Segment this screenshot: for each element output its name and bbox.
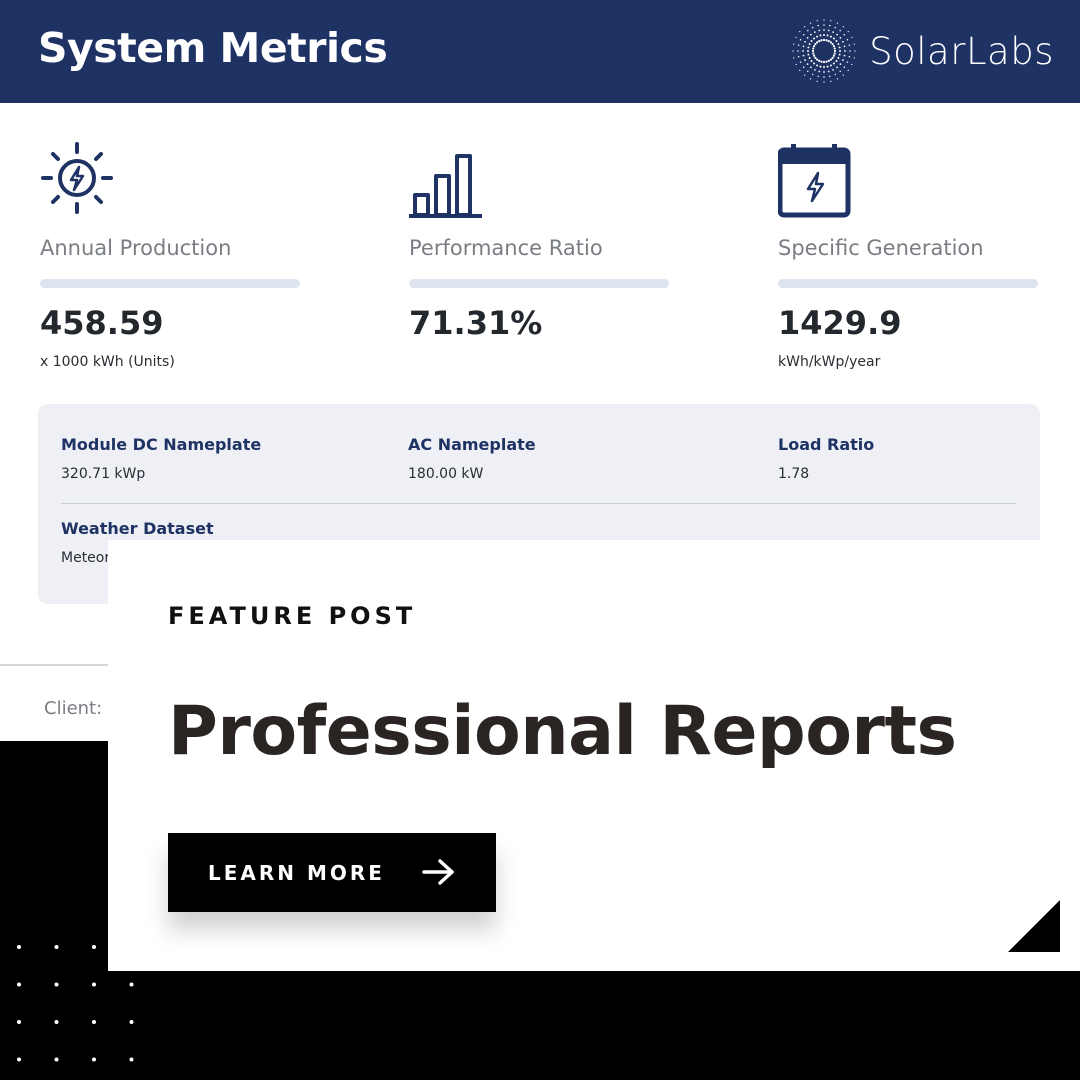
brand-logo[interactable]: SolarLabs xyxy=(789,16,1054,86)
feature-eyebrow: FEATURE POST xyxy=(168,602,417,630)
metric-label: Performance Ratio xyxy=(409,236,603,260)
detail-value: 320.71 kWp xyxy=(61,466,146,482)
sunburst-logo-icon xyxy=(792,19,856,83)
metric-performance-ratio: Performance Ratio 71.31% xyxy=(409,140,671,342)
metric-divider-bar xyxy=(778,279,1038,288)
metric-label: Annual Production xyxy=(40,236,232,260)
arrow-right-icon xyxy=(422,859,454,885)
metric-value: 458.59 xyxy=(40,304,164,342)
learn-more-button[interactable]: LEARN MORE xyxy=(168,833,496,912)
detail-load-ratio: Load Ratio 1.78 xyxy=(778,435,874,482)
page-title: System Metrics xyxy=(38,24,388,72)
metric-specific-generation: Specific Generation 1429.9 kWh/kWp/year xyxy=(777,140,1040,370)
detail-module-dc-nameplate: Module DC Nameplate 320.71 kWp xyxy=(61,435,261,482)
detail-label: Weather Dataset xyxy=(61,519,214,538)
detail-label: AC Nameplate xyxy=(408,435,536,454)
metric-divider-bar xyxy=(40,279,300,288)
learn-more-label: LEARN MORE xyxy=(208,861,385,885)
details-divider xyxy=(61,503,1016,504)
footer-divider xyxy=(0,664,108,666)
corner-triangle-decoration xyxy=(1008,900,1060,952)
detail-ac-nameplate: AC Nameplate 180.00 kW xyxy=(408,435,536,482)
black-backdrop-bottom xyxy=(0,971,1080,1080)
sun-bolt-icon xyxy=(41,142,113,214)
client-label: Client: V xyxy=(44,698,108,719)
calendar-bolt-icon xyxy=(777,144,851,218)
metric-unit: x 1000 kWh (Units) xyxy=(40,354,175,370)
brand-name: SolarLabs xyxy=(869,29,1054,73)
detail-label: Module DC Nameplate xyxy=(61,435,262,454)
bar-chart-icon xyxy=(409,154,482,218)
metric-divider-bar xyxy=(409,279,669,288)
metric-label: Specific Generation xyxy=(778,236,984,260)
header-bar: System Metrics SolarLabs xyxy=(0,0,1080,103)
detail-value: 180.00 kW xyxy=(408,466,484,482)
feature-title: Professional Reports xyxy=(168,692,957,771)
detail-value: 1.78 xyxy=(778,466,810,482)
metric-value: 1429.9 xyxy=(778,304,902,342)
feature-card: FEATURE POST Professional Reports LEARN … xyxy=(108,540,1080,971)
metric-annual-production: Annual Production 458.59 x 1000 kWh (Uni… xyxy=(40,140,302,370)
detail-label: Load Ratio xyxy=(778,435,875,454)
metric-value: 71.31% xyxy=(409,304,543,342)
metric-unit: kWh/kWp/year xyxy=(778,354,881,370)
